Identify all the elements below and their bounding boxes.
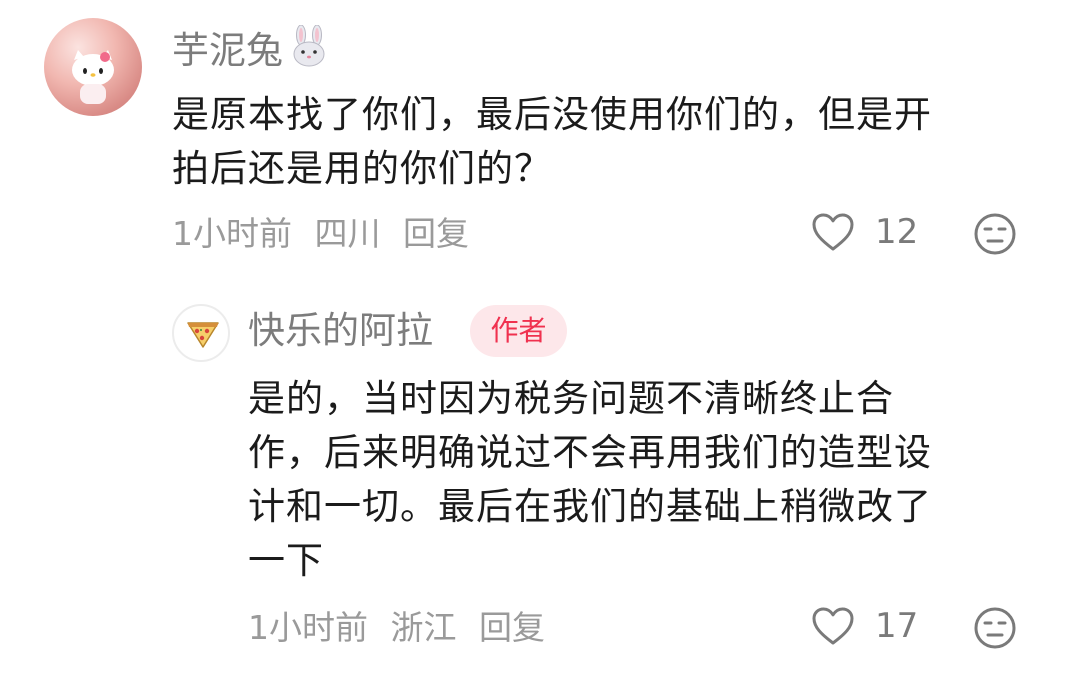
comment-meta: 1小时前 浙江 回复 — [248, 611, 557, 644]
heart-icon[interactable] — [811, 212, 855, 252]
comment-location: 浙江 — [390, 608, 457, 647]
comment-location: 四川 — [314, 214, 381, 253]
comment-body-line: 是原本找了你们，最后没使用你们的，但是开 — [172, 93, 932, 136]
username[interactable]: 快乐的阿拉 — [248, 312, 433, 349]
heart-icon[interactable] — [811, 606, 855, 646]
comment-body-line: 计和一切。最后在我们的基础上稍微改了 — [248, 485, 932, 528]
reply-button[interactable]: 回复 — [403, 214, 469, 253]
comment-time: 1小时前 — [172, 214, 292, 253]
avatar[interactable] — [44, 18, 142, 116]
comment-body: 是原本找了你们，最后没使用你们的，但是开 拍后还是用的你们的？ — [172, 88, 1052, 196]
comment-body-line: 拍后还是用的你们的？ — [172, 147, 552, 190]
username-text[interactable]: 芋泥兔 — [172, 29, 283, 72]
author-badge: 作者 — [470, 305, 567, 357]
comment-body-line: 是的，当时因为税务问题不清晰终止合 — [248, 377, 894, 420]
comment-time: 1小时前 — [248, 608, 368, 647]
like-button[interactable]: 17 — [811, 606, 918, 646]
like-count: 17 — [875, 606, 919, 646]
reply-button[interactable]: 回复 — [479, 608, 545, 647]
like-button[interactable]: 12 — [811, 212, 918, 252]
username[interactable]: 芋泥兔 — [172, 25, 329, 69]
comment-body: 是的，当时因为税务问题不清晰终止合 作，后来明确说过不会再用我们的造型设 计和一… — [248, 372, 1038, 588]
avatar[interactable] — [172, 304, 230, 362]
comment-body-line: 一下 — [248, 539, 324, 582]
comment-meta: 1小时前 四川 回复 — [172, 217, 481, 250]
dislike-face-icon[interactable] — [973, 212, 1017, 256]
pizza-icon — [187, 322, 219, 348]
dislike-face-icon[interactable] — [973, 606, 1017, 650]
comment-body-line: 作，后来明确说过不会再用我们的造型设 — [248, 431, 932, 474]
hello-kitty-avatar-icon — [72, 50, 114, 104]
like-count: 12 — [875, 212, 919, 252]
rabbit-emoji-icon — [293, 25, 325, 67]
